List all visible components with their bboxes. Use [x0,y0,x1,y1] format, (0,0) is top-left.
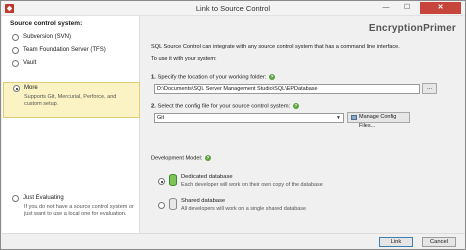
intro-text: SQL Source Control can integrate with an… [151,44,400,50]
link-button[interactable]: Link [379,237,413,247]
step1-number: 1. [151,74,156,81]
step2-number: 2. [151,103,156,110]
working-folder-input[interactable]: D:\Documents\SQL Server Management Studi… [154,84,420,94]
radio-tfs[interactable] [12,47,19,54]
option-just-evaluating-description: If you do not have a source control syst… [24,204,134,217]
development-model-text: Development Model: [151,155,203,162]
logo: EncryptionPrimer [368,23,456,34]
database-icon [169,174,177,186]
chevron-down-icon[interactable]: ▼ [336,114,341,122]
title-bar: Link to Source Control — ☐ ✕ [1,1,465,16]
option-shared-database[interactable]: Shared database All developers will work… [157,196,377,218]
option-svn-label: Subversion (SVN) [23,34,72,40]
option-tfs-label: Team Foundation Server (TFS) [23,47,106,53]
radio-svn[interactable] [12,34,19,41]
config-files-icon [351,115,357,120]
radio-vault[interactable] [12,60,19,67]
dedicated-database-desc: Each developer will work on their own co… [181,182,323,188]
step1-label: 1. Specify the location of your working … [151,74,276,81]
browse-button[interactable]: ... [422,83,437,94]
development-model-label: Development Model: ? [151,155,211,161]
source-control-sidebar: Source control system: Subversion (SVN) … [2,16,140,233]
help-icon[interactable]: ? [292,103,299,109]
option-vault[interactable]: Vault [2,59,139,69]
cancel-button[interactable]: Cancel [422,237,456,247]
option-tfs[interactable]: Team Foundation Server (TFS) [2,46,139,56]
intro-text-2: To use it with your system: [151,56,217,62]
radio-just-evaluating[interactable] [12,195,19,202]
option-more[interactable]: More Supports Git, Mercurial, Perforce, … [3,82,140,118]
maximize-button[interactable]: ☐ [397,2,417,14]
close-button[interactable]: ✕ [420,2,461,14]
shared-database-desc: All developers will work on a single sha… [181,206,306,212]
config-file-select[interactable]: Git ▼ [154,113,344,123]
main-panel: EncryptionPrimer SQL Source Control can … [141,16,465,233]
manage-config-files-button[interactable]: Manage Config Files... [347,112,410,129]
option-svn[interactable]: Subversion (SVN) [2,33,139,43]
database-icon [169,198,177,210]
option-more-label: More [24,85,38,91]
option-just-evaluating-label: Just Evaluating [23,195,64,201]
sidebar-heading: Source control system: [10,20,83,27]
radio-dedicated-database[interactable] [158,178,165,185]
help-icon[interactable]: ? [269,74,276,80]
step2-text: Select the config file for your source c… [157,103,291,110]
step1-text: Specify the location of your working fol… [157,74,267,81]
link-to-source-control-dialog: Link to Source Control — ☐ ✕ Source cont… [0,0,466,250]
dialog-footer: Link Cancel [2,233,465,249]
option-just-evaluating[interactable]: Just Evaluating [2,194,139,204]
dedicated-database-title: Dedicated database [181,174,233,180]
shared-database-title: Shared database [181,198,226,204]
option-more-description: Supports Git, Mercurial, Perforce, and c… [24,94,117,107]
config-file-value: Git [157,115,165,121]
step2-label: 2. Select the config file for your sourc… [151,103,299,110]
manage-config-files-label: Manage Config Files... [359,114,397,129]
radio-shared-database[interactable] [158,202,165,209]
minimize-button[interactable]: — [376,2,396,14]
option-vault-label: Vault [23,60,37,66]
option-dedicated-database[interactable]: Dedicated database Each developer will w… [157,172,377,194]
radio-more[interactable] [13,85,20,92]
help-icon[interactable]: ? [204,155,211,161]
